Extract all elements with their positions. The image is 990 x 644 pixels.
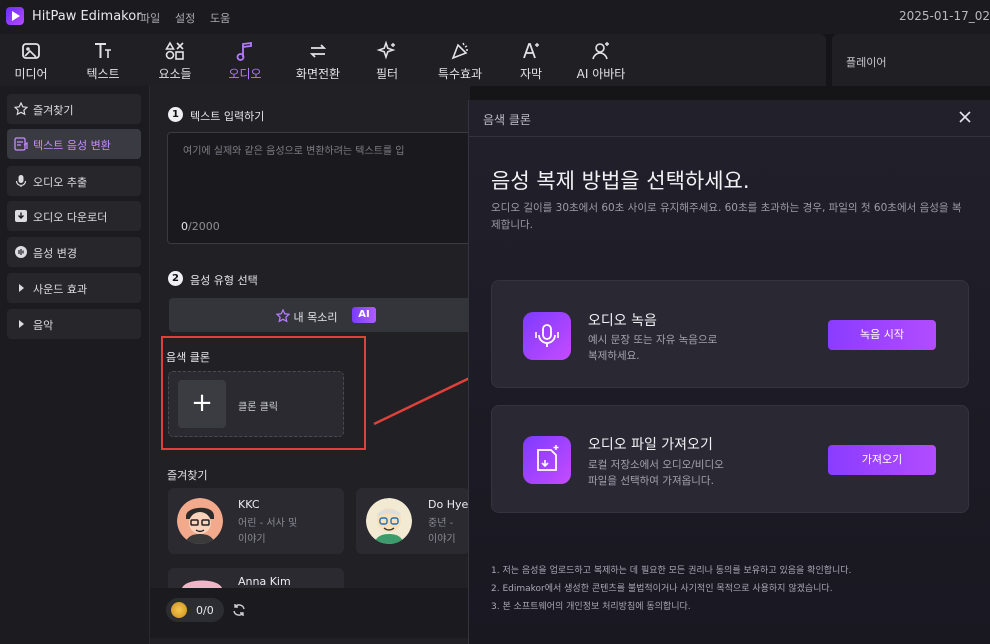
import-file-icon: [523, 436, 571, 484]
consent-note: 1. 저는 음성을 업로드하고 복제하는 데 필요한 모든 권리나 동의를 보유…: [491, 566, 852, 576]
sidebar-item-text-to-speech[interactable]: 텍스트 음성 변환: [7, 129, 141, 159]
dialog-heading: 음성 복제 방법을 선택하세요.: [491, 169, 750, 193]
ai-badge: AI: [352, 307, 376, 323]
tab-elements[interactable]: 요소들: [150, 34, 200, 86]
favorites-label: 즐겨찾기: [167, 469, 208, 482]
sidebar-item-favorites[interactable]: 즐겨찾기: [7, 94, 141, 124]
audio-icon: [236, 41, 252, 61]
my-voice-label: 내 목소리: [293, 311, 338, 324]
tab-effects[interactable]: 특수효과: [430, 34, 490, 86]
elements-icon: [165, 41, 184, 60]
avatar: [366, 498, 412, 544]
option-title: 오디오 녹음: [588, 313, 657, 329]
option-description: 복제하세요.: [588, 350, 640, 362]
dialog-divider: [468, 136, 990, 137]
tab-text[interactable]: 텍스트: [78, 34, 128, 86]
import-file-icon: [537, 445, 559, 471]
tab-filters[interactable]: 필터: [364, 34, 410, 86]
clone-click-label: 클론 클릭: [238, 402, 278, 413]
step-1-label: 텍스트 입력하기: [190, 110, 265, 123]
option-title: 오디오 파일 가져오기: [588, 437, 713, 453]
project-date: 2025-01-17_02: [898, 9, 990, 23]
step-2-label: 음성 유형 선택: [190, 274, 258, 287]
player-label: 플레이어: [846, 56, 887, 69]
microphone-icon: [15, 175, 27, 187]
text-input-placeholder: 여기에 실제와 같은 음성으로 변환하려는 텍스트를 입: [183, 146, 405, 157]
effects-icon: [451, 42, 468, 60]
microphone-icon: [523, 312, 571, 360]
option-description: 로컬 저장소에서 오디오/비디오: [588, 459, 724, 471]
tab-ai-avatar[interactable]: AI 아바타: [568, 34, 634, 86]
sidebar-item-audio-downloader[interactable]: 오디오 다운로더: [7, 201, 141, 231]
coin-icon: [171, 602, 187, 618]
ai-avatar-icon: [592, 42, 609, 60]
avatar: [182, 580, 222, 588]
consent-note: 3. 본 소프트웨어의 개인정보 처리방침에 동의합니다.: [491, 602, 691, 612]
step-1-number: 1: [168, 107, 183, 122]
character-count: 0/2000: [181, 220, 220, 233]
chevron-right-icon: [19, 284, 24, 292]
consent-note: 2. Edimakor에서 생성한 콘텐츠를 불법적이거나 사기적인 목적으로 …: [491, 584, 833, 594]
download-icon: [15, 210, 27, 222]
text-icon: [95, 43, 111, 58]
voice-name: Do Hye: [428, 498, 469, 511]
step-2-number: 2: [168, 271, 183, 286]
sidebar-item-sound-effects[interactable]: 사운드 효과: [7, 273, 141, 303]
sidebar-item-audio-extract[interactable]: 오디오 추출: [7, 166, 141, 196]
close-icon[interactable]: [958, 110, 972, 124]
filter-icon: [376, 40, 396, 60]
credit-count: 0/0: [196, 604, 214, 617]
app-logo-icon: [6, 7, 24, 25]
voice-description: 중년 -: [428, 518, 454, 529]
dialog-title: 음색 클론: [483, 113, 531, 127]
sidebar-item-voice-changer[interactable]: 음성 변경: [7, 237, 141, 267]
menu-help[interactable]: 도움: [210, 10, 230, 26]
menu-settings[interactable]: 설정: [175, 10, 195, 26]
microphone-icon: [535, 324, 559, 347]
text-to-speech-icon: [14, 137, 28, 151]
star-icon: [275, 308, 291, 323]
tab-subtitles[interactable]: 자막: [508, 34, 554, 86]
transition-icon: [309, 44, 327, 58]
dialog-description: 오디오 길이를 30초에서 60초 사이로 유지해주세요. 60초를 초과하는 …: [491, 202, 962, 231]
voice-clone-section-label: 음색 클론: [166, 351, 210, 364]
option-description: 파일을 선택하여 가져옵니다.: [588, 475, 714, 487]
voice-name: KKC: [238, 498, 260, 511]
chevron-right-icon: [19, 320, 24, 328]
option-description: 예시 문장 또는 자유 녹음으로: [588, 334, 718, 346]
star-icon: [14, 102, 28, 116]
tab-media[interactable]: 미디어: [6, 34, 56, 86]
voice-description: 이야기: [428, 534, 456, 545]
app-window: HitPaw Edimakor 파일 설정 도움 2025-01-17_02 미…: [0, 0, 990, 644]
voice-name: Anna Kim: [238, 575, 291, 588]
sidebar-item-music[interactable]: 음악: [7, 309, 141, 339]
tab-audio[interactable]: 오디오: [220, 34, 270, 86]
media-icon: [22, 43, 40, 59]
app-name: HitPaw Edimakor: [32, 9, 142, 24]
import-button[interactable]: 가져오기: [828, 445, 936, 475]
menu-file[interactable]: 파일: [140, 10, 160, 26]
voice-change-icon: [15, 246, 27, 258]
subtitle-icon: [523, 43, 539, 59]
my-voice-label-wrap: 내 목소리: [275, 308, 338, 325]
add-clone-button[interactable]: +: [178, 380, 226, 428]
refresh-icon[interactable]: [232, 603, 246, 617]
tab-transitions[interactable]: 화면전환: [288, 34, 348, 86]
avatar: [177, 498, 223, 544]
voice-description: 이야기: [238, 534, 266, 545]
voice-description: 어린 - 서사 및: [238, 518, 298, 529]
start-recording-button[interactable]: 녹음 시작: [828, 320, 936, 350]
